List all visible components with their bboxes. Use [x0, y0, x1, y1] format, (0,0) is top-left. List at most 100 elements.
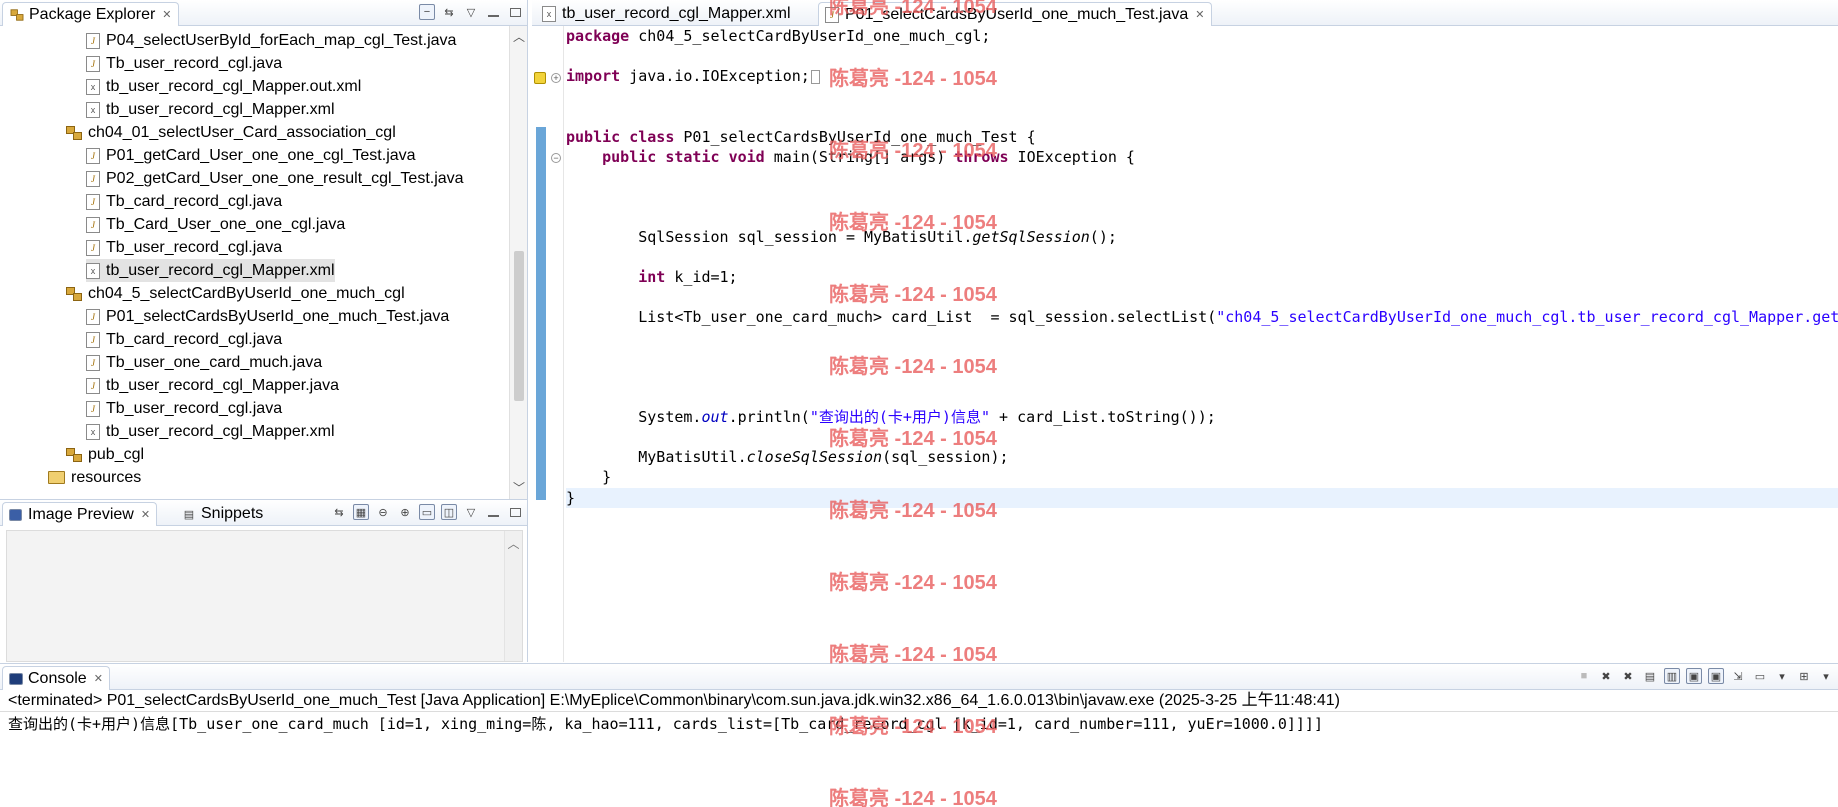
close-icon[interactable]: ✕: [162, 8, 171, 21]
tree-item-xml[interactable]: x tb_user_record_cgl_Mapper.xml: [86, 98, 335, 121]
scroll-up-icon[interactable]: ︿: [510, 28, 528, 46]
package-explorer-icon: [10, 8, 24, 21]
tree-item-xml[interactable]: x tb_user_record_cgl_Mapper.out.xml: [86, 75, 361, 98]
code-line-main: public static void main(String[] args) t…: [602, 148, 1135, 166]
tree-item-java[interactable]: J Tb_card_record_cgl.java: [86, 190, 282, 213]
package-icon: [66, 125, 82, 140]
java-file-icon: J: [86, 32, 100, 49]
tree-item-java[interactable]: J Tb_user_record_cgl.java: [86, 52, 282, 75]
folder-icon: [48, 471, 65, 484]
code-line-sqlsession: SqlSession sql_session = MyBatisUtil.get…: [638, 228, 1117, 246]
show-on-output-icon[interactable]: ▣: [1686, 668, 1702, 684]
minimize-icon[interactable]: [485, 504, 501, 520]
code-line-brace-inner: }: [602, 468, 612, 486]
warning-icon[interactable]: [534, 72, 546, 84]
scroll-down-icon[interactable]: ﹀: [510, 479, 528, 497]
terminate-icon[interactable]: ■: [1576, 668, 1592, 684]
tree-item-folder[interactable]: resources: [48, 466, 141, 489]
tab-package-explorer[interactable]: Package Explorer ✕: [2, 2, 179, 26]
tree-item-java[interactable]: J P04_selectUserById_forEach_map_cgl_Test…: [86, 29, 456, 52]
tree-item-label: Tb_card_record_cgl.java: [106, 330, 283, 348]
tree-item-java[interactable]: J P01_selectCardsByUserId_one_much_Test.j…: [86, 305, 449, 328]
tree-item-package[interactable]: ch04_5_selectCardByUserId_one_much_cgl: [66, 282, 405, 305]
tree-item-label: ch04_01_selectUser_Card_association_cgl: [88, 123, 396, 141]
java-file-icon: J: [86, 354, 100, 371]
scroll-up-icon[interactable]: ︿: [505, 535, 522, 552]
fit-window-icon[interactable]: ◫: [441, 504, 457, 520]
close-icon[interactable]: ✕: [1195, 8, 1204, 21]
code-line-class: public class P01_selectCardsByUserId_one…: [566, 128, 1036, 146]
xml-file-icon: x: [86, 423, 100, 440]
scroll-lock-icon[interactable]: ▥: [1664, 668, 1680, 684]
collapse-all-icon[interactable]: −: [419, 4, 435, 20]
java-file-icon: J: [86, 331, 100, 348]
open-console-dropdown-icon[interactable]: ▾: [1818, 668, 1834, 684]
java-file-icon: J: [825, 6, 839, 23]
console-dropdown-icon[interactable]: ▾: [1774, 668, 1790, 684]
tab-snippets[interactable]: ▤ Snippets: [175, 502, 269, 526]
tree-item-java[interactable]: J Tb_user_record_cgl.java: [86, 397, 282, 420]
tree-item-java[interactable]: J P01_getCard_User_one_one_cgl_Test.java: [86, 144, 416, 167]
tree-item-java[interactable]: J Tb_Card_User_one_one_cgl.java: [86, 213, 345, 236]
tree-vertical-scrollbar[interactable]: ︿ ﹀: [509, 26, 527, 499]
package-explorer-toolbar: − ⇆ ▽: [419, 4, 523, 20]
close-icon[interactable]: ✕: [141, 508, 150, 521]
tree-item-java[interactable]: J Tb_user_one_card_much.java: [86, 351, 322, 374]
expand-import-icon[interactable]: +: [551, 73, 561, 83]
fit-image-icon[interactable]: ▦: [353, 504, 369, 520]
remove-all-terminated-icon[interactable]: ✖: [1620, 668, 1636, 684]
scrollbar-thumb[interactable]: [514, 251, 524, 401]
package-icon: [66, 447, 82, 462]
zoom-in-icon[interactable]: ⊕: [397, 504, 413, 520]
java-file-icon: J: [86, 239, 100, 256]
tree-item-java[interactable]: J Tb_card_record_cgl.java: [86, 328, 282, 351]
tree-item-package[interactable]: pub_cgl: [66, 443, 144, 466]
tree-item-xml[interactable]: x tb_user_record_cgl_Mapper.xml: [86, 420, 335, 443]
code-line-println: System.out.println("查询出的(卡+用户)信息" + card…: [638, 408, 1216, 426]
zoom-out-icon[interactable]: ⊖: [375, 504, 391, 520]
collapse-method-icon[interactable]: −: [551, 153, 561, 163]
tree-item-label: tb_user_record_cgl_Mapper.xml: [106, 100, 335, 118]
xml-file-icon: x: [86, 101, 100, 118]
code-area[interactable]: package ch04_5_selectCardByUserId_one_mu…: [566, 26, 1838, 662]
tree-item-label: Tb_Card_User_one_one_cgl.java: [106, 215, 346, 233]
tree-item-package[interactable]: ch04_01_selectUser_Card_association_cgl: [66, 121, 396, 144]
tree-item-label: Tb_user_record_cgl.java: [106, 399, 283, 417]
minimize-icon[interactable]: [485, 4, 501, 20]
tab-console[interactable]: Console ✕: [2, 666, 110, 690]
maximize-icon[interactable]: [507, 504, 523, 520]
show-on-error-icon[interactable]: ▣: [1708, 668, 1724, 684]
open-console-icon[interactable]: ⊞: [1796, 668, 1812, 684]
display-console-icon[interactable]: ▭: [1752, 668, 1768, 684]
tree-item-java[interactable]: Jtb_user_record_cgl_Mapper.java: [86, 374, 339, 397]
tab-image-preview[interactable]: Image Preview ✕: [2, 502, 158, 526]
xml-file-icon: x: [86, 262, 100, 279]
tree-item-label: P01_getCard_User_one_one_cgl_Test.java: [106, 146, 416, 164]
link-icon[interactable]: ⇆: [331, 504, 347, 520]
actual-size-icon[interactable]: ▭: [419, 504, 435, 520]
tree-item-xml[interactable]: x tb_user_record_cgl_Mapper.xml: [86, 259, 335, 282]
package-tree: J P04_selectUserById_forEach_map_cgl_Test…: [0, 26, 509, 499]
tree-item-java[interactable]: J Tb_user_record_cgl.java: [86, 236, 282, 259]
tree-item-label: Tb_user_record_cgl.java: [106, 54, 283, 72]
maximize-icon[interactable]: [507, 4, 523, 20]
view-menu-icon[interactable]: ▽: [463, 504, 479, 520]
current-line-highlight: [566, 488, 1838, 508]
java-file-icon: J: [86, 147, 100, 164]
pin-console-icon[interactable]: ⇲: [1730, 668, 1746, 684]
view-menu-icon[interactable]: ▽: [463, 4, 479, 20]
package-explorer-tabbar: Package Explorer ✕ − ⇆ ▽: [0, 0, 527, 26]
tree-item-label: tb_user_record_cgl_Mapper.xml: [106, 422, 335, 440]
remove-launch-icon[interactable]: ✖: [1598, 668, 1614, 684]
tab-mapper-xml[interactable]: x tb_user_record_cgl_Mapper.xml: [536, 2, 797, 26]
preview-scrollbar[interactable]: ︿: [504, 531, 522, 661]
tab-test-java[interactable]: J P01_selectCardsByUserId_one_much_Test.…: [818, 2, 1212, 26]
console-output[interactable]: 查询出的(卡+用户)信息[Tb_user_one_card_much [id=1…: [0, 711, 1838, 807]
clear-console-icon[interactable]: ▤: [1642, 668, 1658, 684]
close-icon[interactable]: ✕: [94, 672, 103, 685]
folded-region-icon[interactable]: [810, 69, 820, 84]
tree-item-label: resources: [71, 468, 142, 486]
java-file-icon: J: [86, 193, 100, 210]
link-with-editor-icon[interactable]: ⇆: [441, 4, 457, 20]
tree-item-java[interactable]: J P02_getCard_User_one_one_result_cgl_Tes…: [86, 167, 464, 190]
